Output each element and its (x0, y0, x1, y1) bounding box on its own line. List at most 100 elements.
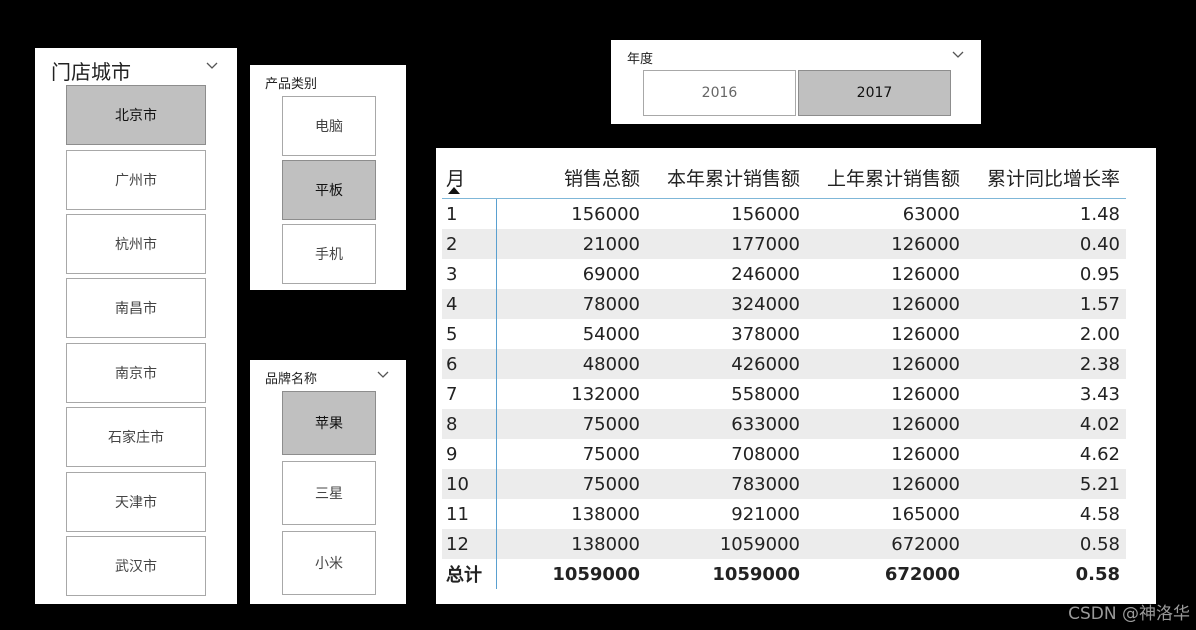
column-header-ytd-growth[interactable]: 累计同比增长率 (966, 156, 1126, 199)
category-slicer: 产品类别 电脑 平板 手机 (250, 65, 406, 290)
table-total-row: 总计 1059000 1059000 672000 0.58 (442, 559, 1126, 589)
brand-item-apple[interactable]: 苹果 (282, 391, 376, 455)
cell-ytd-sales: 558000 (731, 383, 800, 405)
cell-month: 8 (442, 409, 497, 439)
cell-ytd-growth: 4.02 (966, 409, 1126, 439)
cell-month: 9 (442, 439, 497, 469)
table-row: 2 21000 177000 126000 0.40 (442, 229, 1126, 259)
cell-ytd-growth: 4.58 (1079, 503, 1120, 525)
cell-month: 12 (442, 529, 497, 559)
sort-ascending-icon (448, 187, 460, 194)
cell-sales-total: 138000 (496, 529, 646, 559)
cell-sales-total: 21000 (496, 229, 646, 259)
sales-table: 月 销售总额 本年累计销售额 上年累计销售额 累计同比增长率 1 156000 … (442, 156, 1126, 589)
city-item-hangzhou[interactable]: 杭州市 (66, 214, 206, 274)
city-slicer-title: 门店城市 (51, 60, 131, 84)
chevron-down-icon[interactable] (205, 59, 219, 73)
cell-ytd-growth: 5.21 (966, 469, 1126, 499)
column-header-ytd-sales[interactable]: 本年累计销售额 (646, 156, 806, 199)
cell-sales-total: 69000 (582, 263, 640, 285)
cell-prev-ytd-sales: 126000 (891, 263, 960, 285)
cell-ytd-growth: 0.40 (966, 229, 1126, 259)
table-row: 10 75000 783000 126000 5.21 (442, 469, 1126, 499)
category-item-tablet[interactable]: 平板 (282, 160, 376, 220)
chevron-down-icon[interactable] (951, 48, 965, 62)
cell-sales-total: 156000 (571, 203, 640, 225)
cell-ytd-sales: 1059000 (646, 529, 806, 559)
cell-month: 2 (442, 229, 497, 259)
cell-ytd-sales: 378000 (731, 323, 800, 345)
category-item-computer[interactable]: 电脑 (282, 96, 376, 156)
cell-prev-ytd-sales: 126000 (806, 349, 966, 379)
city-item-nanchang[interactable]: 南昌市 (66, 278, 206, 338)
watermark: CSDN @神洛华 (1068, 604, 1190, 624)
cell-prev-ytd-sales: 63000 (902, 203, 960, 225)
cell-ytd-sales: 633000 (646, 409, 806, 439)
year-item-2017[interactable]: 2017 (798, 70, 951, 116)
cell-sales-total: 132000 (571, 383, 640, 405)
cell-ytd-sales: 783000 (646, 469, 806, 499)
cell-ytd-sales: 921000 (731, 503, 800, 525)
cell-ytd-sales: 177000 (646, 229, 806, 259)
cell-total-sales: 1059000 (552, 563, 640, 585)
cell-month: 6 (442, 349, 497, 379)
cell-prev-ytd-sales: 126000 (806, 229, 966, 259)
cell-month: 3 (442, 259, 497, 289)
cell-prev-ytd-sales: 126000 (891, 323, 960, 345)
table-row: 8 75000 633000 126000 4.02 (442, 409, 1126, 439)
cell-ytd-growth: 0.95 (1079, 263, 1120, 285)
cell-ytd-growth: 3.43 (1079, 383, 1120, 405)
category-item-phone[interactable]: 手机 (282, 224, 376, 284)
table-row: 4 78000 324000 126000 1.57 (442, 289, 1126, 319)
cell-month: 4 (442, 289, 497, 319)
brand-slicer: 品牌名称 苹果 三星 小米 (250, 360, 406, 604)
year-slicer-title: 年度 (627, 52, 654, 67)
city-item-beijing[interactable]: 北京市 (66, 85, 206, 145)
cell-prev-ytd-sales: 165000 (891, 503, 960, 525)
city-item-tianjin[interactable]: 天津市 (66, 472, 206, 532)
year-item-2016[interactable]: 2016 (643, 70, 796, 116)
year-slicer: 年度 2016 2017 (611, 40, 981, 124)
table-row: 9 75000 708000 126000 4.62 (442, 439, 1126, 469)
table-header-row: 月 销售总额 本年累计销售额 上年累计销售额 累计同比增长率 (442, 156, 1126, 199)
cell-sales-total: 75000 (496, 409, 646, 439)
cell-month: 1 (442, 198, 497, 229)
cell-ytd-growth: 0.58 (966, 529, 1126, 559)
cell-prev-ytd-sales: 126000 (891, 383, 960, 405)
cell-ytd-growth: 4.62 (1079, 443, 1120, 465)
column-header-prev-ytd-sales[interactable]: 上年累计销售额 (806, 156, 966, 199)
city-item-wuhan[interactable]: 武汉市 (66, 536, 206, 596)
city-item-nanjing[interactable]: 南京市 (66, 343, 206, 403)
cell-ytd-growth: 1.57 (966, 289, 1126, 319)
table-row: 5 54000 378000 126000 2.00 (442, 319, 1126, 349)
cell-prev-ytd-sales: 126000 (806, 289, 966, 319)
column-header-month[interactable]: 月 (442, 156, 496, 199)
brand-item-xiaomi[interactable]: 小米 (282, 531, 376, 595)
cell-prev-ytd-sales: 126000 (891, 443, 960, 465)
table-row: 3 69000 246000 126000 0.95 (442, 259, 1126, 289)
chevron-down-icon[interactable] (376, 368, 390, 382)
cell-ytd-sales: 708000 (731, 443, 800, 465)
city-item-shijiazhuang[interactable]: 石家庄市 (66, 407, 206, 467)
column-header-sales-total[interactable]: 销售总额 (496, 156, 646, 199)
cell-ytd-sales: 246000 (731, 263, 800, 285)
brand-slicer-title: 品牌名称 (265, 372, 318, 387)
cell-sales-total: 54000 (582, 323, 640, 345)
city-slicer: 门店城市 北京市 广州市 杭州市 南昌市 南京市 石家庄市 天津市 武汉市 (35, 48, 237, 604)
cell-ytd-growth: 1.48 (1079, 203, 1120, 225)
cell-ytd-sales: 426000 (646, 349, 806, 379)
cell-total-label: 总计 (442, 559, 497, 589)
brand-item-samsung[interactable]: 三星 (282, 461, 376, 525)
table-row: 12 138000 1059000 672000 0.58 (442, 529, 1126, 559)
cell-month: 7 (442, 379, 497, 409)
cell-month: 10 (442, 469, 497, 499)
city-item-guangzhou[interactable]: 广州市 (66, 150, 206, 210)
table-row: 7 132000 558000 126000 3.43 (442, 379, 1126, 409)
cell-sales-total: 138000 (571, 503, 640, 525)
cell-month: 11 (442, 499, 497, 529)
cell-sales-total: 75000 (582, 443, 640, 465)
cell-prev-ytd-sales: 672000 (806, 529, 966, 559)
cell-sales-total: 48000 (496, 349, 646, 379)
cell-prev-ytd-sales: 126000 (806, 409, 966, 439)
cell-total-ytd-sales: 1059000 (712, 563, 800, 585)
